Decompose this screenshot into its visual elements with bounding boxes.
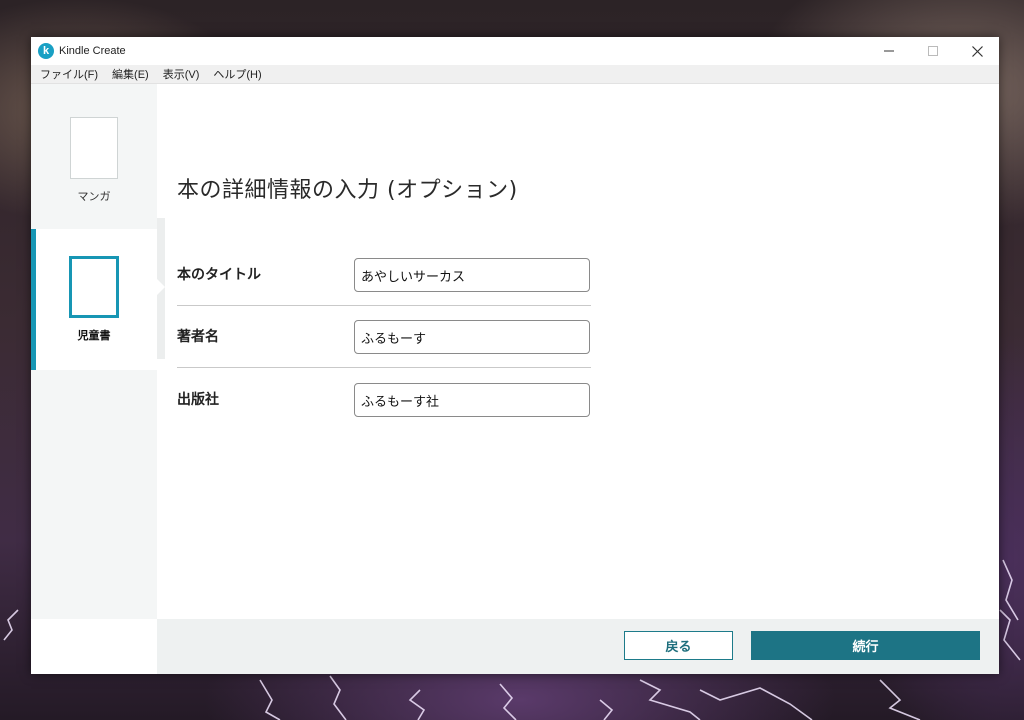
author-field-label: 著者名 [177, 329, 219, 345]
sidebar-item-label: 児童書 [77, 329, 111, 342]
publisher-field-label: 出版社 [177, 392, 219, 408]
content-area: マンガ 児童書 本の詳細情報の入力 (オプション) 本のタイトル 著者名 [31, 84, 999, 674]
selection-pointer-strip [157, 218, 165, 359]
page-title: 本の詳細情報の入力 (オプション) [177, 178, 518, 203]
sidebar-footer-blank [31, 619, 157, 674]
menu-edit[interactable]: 編集(E) [105, 66, 156, 82]
author-input[interactable] [354, 320, 590, 354]
row-divider [177, 305, 591, 306]
title-bar[interactable]: k Kindle Create [31, 37, 999, 65]
close-button[interactable] [955, 37, 999, 65]
title-field-label: 本のタイトル [177, 267, 261, 283]
sidebar-item-label: マンガ [77, 189, 111, 203]
minimize-button[interactable] [867, 37, 911, 65]
minimize-icon [884, 50, 894, 52]
title-input[interactable] [354, 258, 590, 292]
continue-button[interactable]: 続行 [751, 631, 980, 660]
footer-bar: 戻る 続行 [157, 619, 999, 674]
selection-accent-bar [31, 229, 36, 370]
maximize-button[interactable] [911, 37, 955, 65]
close-icon [971, 45, 983, 57]
menu-file[interactable]: ファイル(F) [31, 66, 105, 82]
book-type-sidebar: マンガ 児童書 [31, 84, 157, 674]
kindle-logo-icon: k [38, 43, 54, 59]
manga-page-icon [70, 116, 118, 179]
publisher-input[interactable] [354, 383, 590, 417]
main-panel: 本の詳細情報の入力 (オプション) 本のタイトル 著者名 出版社 戻る 続行 [157, 84, 999, 674]
app-window: k Kindle Create ファイル(F) 編集(E) 表示(V) ヘルプ(… [31, 37, 999, 674]
menu-help[interactable]: ヘルプ(H) [206, 66, 268, 82]
menu-view[interactable]: 表示(V) [156, 66, 207, 82]
sidebar-item-childrens-book[interactable]: 児童書 [31, 229, 157, 370]
form-row-title: 本のタイトル [177, 258, 591, 320]
row-divider [177, 367, 591, 368]
menu-bar: ファイル(F) 編集(E) 表示(V) ヘルプ(H) [31, 65, 999, 84]
selection-pointer-icon [157, 279, 165, 295]
maximize-icon [928, 46, 938, 56]
form-row-author: 著者名 [177, 320, 591, 382]
window-title: Kindle Create [59, 45, 126, 57]
form-row-publisher: 出版社 [177, 383, 591, 445]
childrens-book-page-icon [69, 256, 119, 318]
back-button[interactable]: 戻る [624, 631, 733, 660]
sidebar-item-manga[interactable]: マンガ [31, 91, 157, 229]
